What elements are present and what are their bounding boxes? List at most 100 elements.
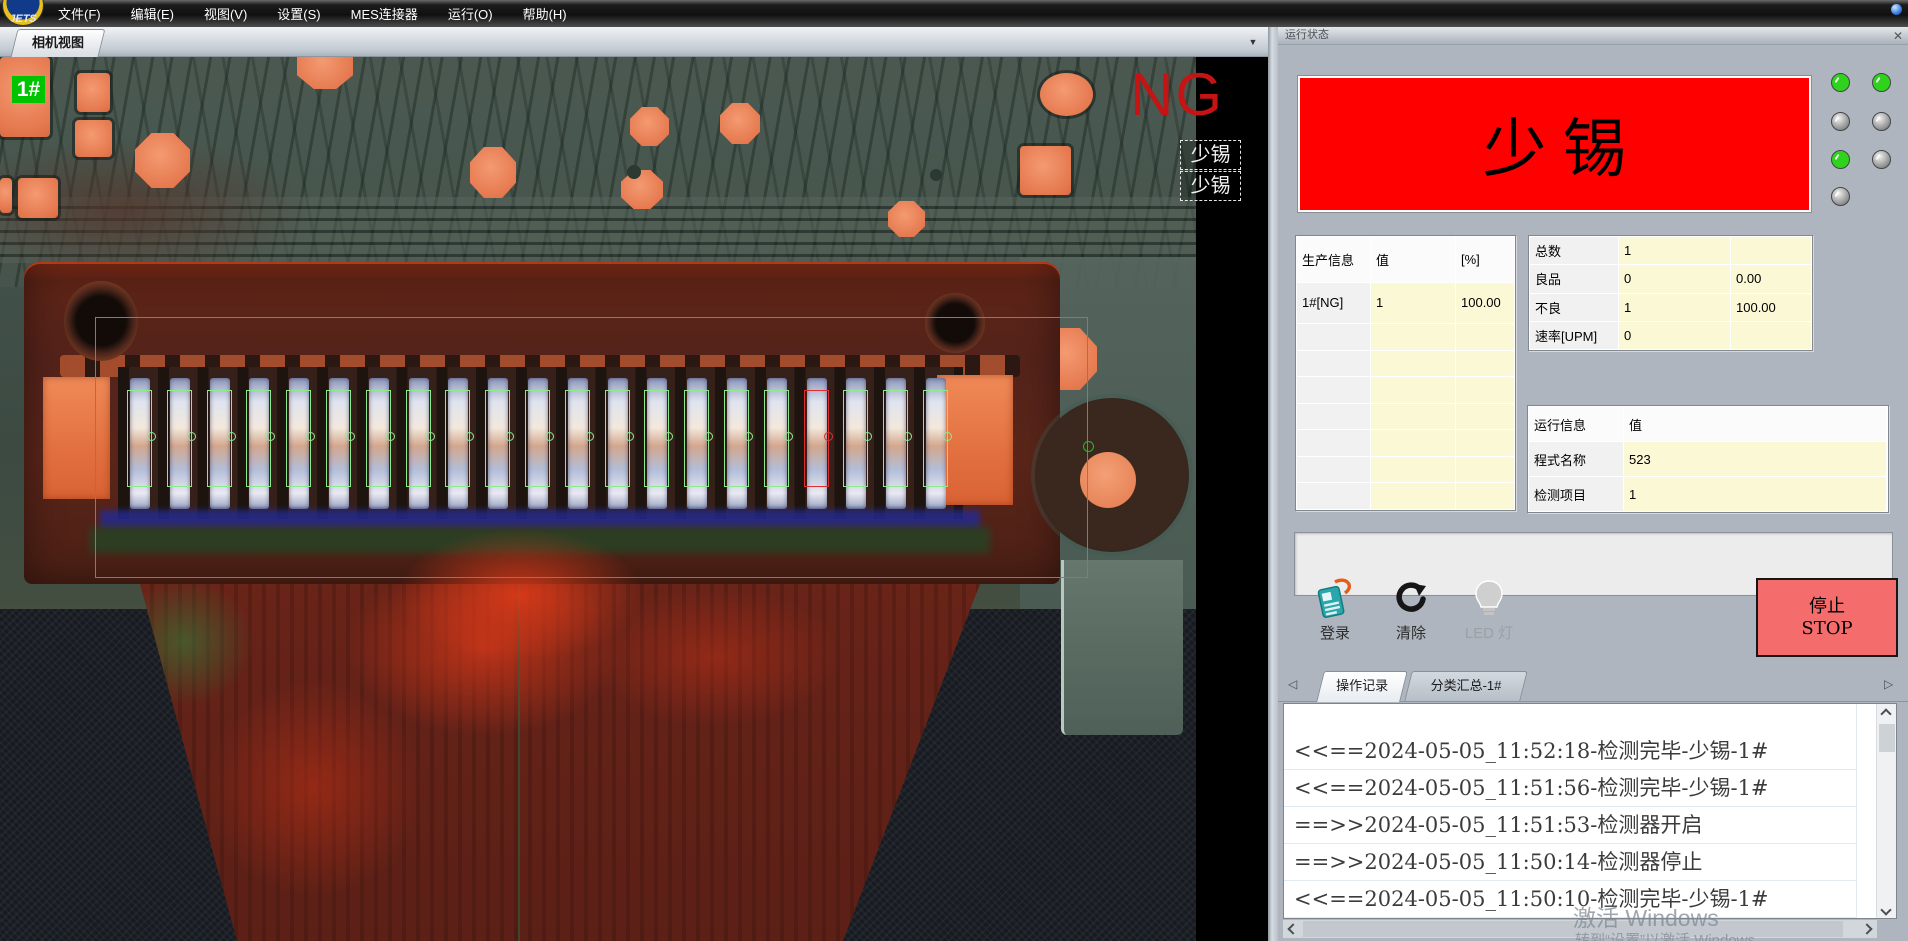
production-table: 生产信息值[%]1#[NG]1100.00 [1295,235,1516,511]
vscroll-thumb[interactable] [1879,724,1895,752]
menu-item-2[interactable]: 视图(V) [204,4,247,23]
menu-item-0[interactable]: 文件(F) [58,4,101,23]
table-value-cell [1456,377,1514,403]
scroll-up-icon[interactable] [1880,708,1891,719]
menubar-corner-icon[interactable] [1891,4,1902,15]
inspection-result-text: NG [1130,65,1224,125]
table-value-cell [1456,430,1514,456]
table-value-cell [1371,483,1455,509]
status-led-gray [1872,150,1891,169]
login-button[interactable]: 登录 [1300,578,1370,643]
table-label-cell: 检测项目 [1529,477,1623,511]
defect-tag: 少锡 [1180,140,1241,170]
copper-pad [0,178,12,213]
log-entry[interactable]: <<==2024-05-05_11:52:18-检测完毕-少锡-1# [1284,733,1856,770]
clear-button[interactable]: 清除 [1376,578,1446,643]
log-column-line [1856,704,1857,919]
tab-scroll-right-icon[interactable]: ▷ [1884,677,1893,691]
log-entry[interactable]: ==>>2024-05-05_11:50:14-检测器停止 [1284,844,1856,881]
table-value-cell: 100.00 [1731,294,1811,321]
copper-pad [75,120,112,157]
login-badge-icon [1300,578,1370,620]
table-value-cell [1456,404,1514,430]
panel-close-icon[interactable]: ✕ [1893,28,1903,44]
run-info-table: 运行信息值程式名称523检测项目1 [1527,405,1889,513]
station-label: 1# [12,76,45,103]
table-label-cell [1297,483,1370,509]
menu-item-1[interactable]: 编辑(E) [131,4,174,23]
table-header-cell: 生产信息 [1297,237,1370,282]
tab-operation-log[interactable]: 操作记录 [1316,671,1408,702]
pane-splitter[interactable] [1268,27,1278,941]
table-value-cell: 0 [1619,322,1730,349]
camera-pane-dropdown-button[interactable]: ▼ [1244,34,1262,50]
status-led-green [1831,150,1850,169]
windows-activation-watermark-sub: 转到“设置”以激活 Windows [1575,929,1755,941]
stop-button[interactable]: 停止 STOP [1756,578,1898,657]
table-label-cell: 良品 [1530,265,1618,292]
camera-pane: 相机视图 ▼ [0,27,1268,941]
copper-pad [77,73,110,112]
table-value-cell [1456,351,1514,377]
table-value-cell [1731,322,1811,349]
log-vertical-scrollbar[interactable] [1876,704,1896,918]
status-led-gray [1831,112,1850,131]
log-rows: <<==2024-05-05_11:52:18-检测完毕-少锡-1#<<==20… [1284,733,1856,918]
table-value-cell: 100.00 [1456,283,1514,324]
log-entry[interactable]: <<==2024-05-05_11:51:56-检测完毕-少锡-1# [1284,770,1856,807]
table-value-cell [1371,404,1455,430]
tab-camera-view[interactable]: 相机视图 [11,29,106,57]
led-light-button[interactable]: LED 灯 [1454,578,1524,643]
table-label-cell [1297,430,1370,456]
menu-item-3[interactable]: 设置(S) [277,4,320,23]
status-led-gray [1872,112,1891,131]
table-label-cell [1297,457,1370,483]
table-value-cell: 1 [1624,477,1886,511]
windows-activation-watermark: 激活 Windows [1573,899,1719,933]
table-label-cell: 程式名称 [1529,442,1623,476]
camera-tab-bar: 相机视图 ▼ [0,27,1268,57]
operation-log-list[interactable]: <<==2024-05-05_11:52:18-检测完毕-少锡-1#<<==20… [1283,703,1897,919]
menu-item-4[interactable]: MES连接器 [351,4,418,23]
log-entry[interactable]: ==>>2024-05-05_11:51:53-检测器开启 [1284,807,1856,844]
board-edge-tab [1061,560,1183,735]
run-status-panel: 运行状态 ✕ 少锡 生产信息值[%]1#[NG]1100.00 总数 1 良品 0 0.… [1278,27,1908,941]
inspection-roi-marker [1083,441,1094,452]
table-value-cell: 523 [1624,442,1886,476]
tab-scroll-left-icon[interactable]: ◁ [1288,677,1297,691]
scroll-right-icon[interactable] [1861,923,1872,934]
defect-tag: 少锡 [1180,171,1241,201]
via-dot [627,165,641,179]
scroll-down-icon[interactable] [1880,904,1891,915]
menu-bar: 文件(F) 编辑(E) 视图(V) 设置(S) MES连接器 运行(O) 帮助(H) [0,0,1908,27]
table-value-cell [1731,237,1811,264]
panel-title: 运行状态 [1278,27,1908,45]
camera-view: 1# NG 少锡少锡 [0,57,1268,941]
table-label-cell: 不良 [1530,294,1618,321]
table-label-cell [1297,324,1370,350]
status-led-green [1831,73,1850,92]
table-value-cell: 0.00 [1731,265,1811,292]
status-led-gray [1831,187,1850,206]
copper-pad-round [1040,73,1093,116]
copper-pad-octagon [135,133,190,188]
table-value-cell [1456,483,1514,509]
table-value-cell [1371,457,1455,483]
menu-item-5[interactable]: 运行(O) [448,4,493,23]
table-label-cell [1297,404,1370,430]
led-bulb-icon [1454,578,1524,620]
inspection-roi-rectangle [95,317,1088,578]
table-header-cell: 运行信息 [1529,407,1623,441]
tab-classification-summary[interactable]: 分类汇总-1# [1404,671,1527,701]
table-label-cell: 1#[NG] [1297,283,1370,324]
log-entry[interactable]: <<==2024-05-05_11:50:10-检测完毕-少锡-1# [1284,881,1856,918]
table-label-cell [1297,377,1370,403]
large-round-pad-center [1080,452,1136,508]
status-banner: 少锡 [1297,75,1812,213]
table-label-cell: 总数 [1530,237,1618,264]
scroll-left-icon[interactable] [1287,923,1298,934]
status-led-green [1872,73,1891,92]
menu-item-6[interactable]: 帮助(H) [523,4,567,23]
table-header-cell: 值 [1624,407,1886,441]
table-value-cell: 1 [1371,283,1455,324]
